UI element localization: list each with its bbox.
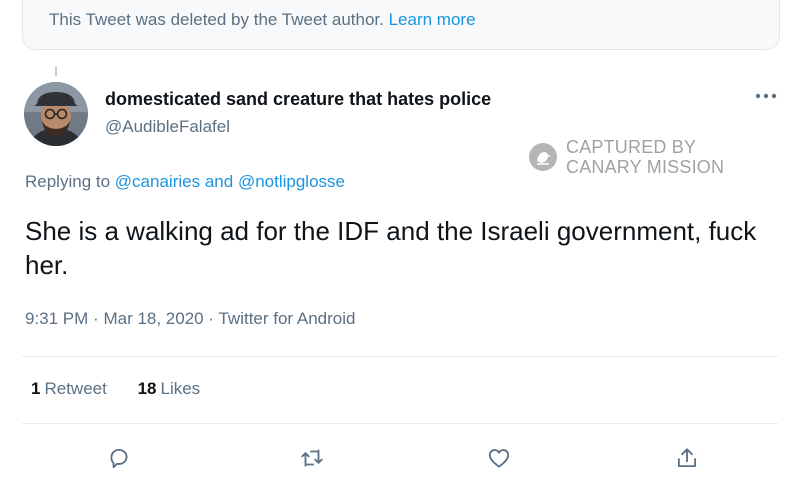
meta-separator: ·	[208, 309, 215, 328]
avatar-image	[24, 82, 88, 146]
tweet-action-bar	[0, 441, 800, 475]
canary-mission-watermark: CAPTURED BY CANARY MISSION	[528, 137, 724, 177]
divider	[22, 356, 778, 357]
tweet-page: This Tweet was deleted by the Tweet auth…	[0, 0, 800, 504]
watermark-line-1: CAPTURED BY	[566, 137, 697, 157]
retweet-count: 1	[31, 379, 41, 398]
retweet-label: Retweet	[44, 379, 107, 398]
retweet-icon	[301, 449, 323, 467]
like-label: Likes	[160, 379, 201, 398]
replying-to-line: Replying to @canairies and @notlipglosse	[25, 172, 345, 192]
watermark-text: CAPTURED BY CANARY MISSION	[566, 137, 724, 177]
like-count: 18	[137, 379, 157, 398]
share-button[interactable]	[670, 441, 704, 475]
reply-icon	[110, 448, 128, 469]
tweet-time[interactable]: 9:31 PM	[25, 309, 88, 328]
canary-logo-icon	[529, 143, 557, 171]
reply-button[interactable]	[102, 441, 136, 475]
thread-connector-line	[55, 66, 57, 76]
share-icon	[677, 448, 697, 468]
mention-notlipglosse[interactable]: @notlipglosse	[238, 172, 345, 191]
author-handle[interactable]: @AudibleFalafel	[105, 117, 230, 137]
watermark-line-2: CANARY MISSION	[566, 157, 725, 177]
tweet-text: She is a walking ad for the IDF and the …	[25, 216, 757, 280]
like-button[interactable]	[482, 441, 516, 475]
more-icon	[755, 93, 777, 99]
meta-separator: ·	[93, 309, 99, 328]
deleted-tweet-notice: This Tweet was deleted by the Tweet auth…	[22, 0, 780, 50]
deleted-notice-text: This Tweet was deleted by the Tweet auth…	[49, 10, 384, 29]
divider	[22, 423, 778, 424]
tweet-source[interactable]: Twitter for Android	[218, 309, 355, 328]
likes-stat[interactable]: 18 Likes	[138, 379, 201, 398]
more-options-button[interactable]	[752, 84, 780, 108]
mention-canairies[interactable]: @canairies	[115, 172, 200, 191]
learn-more-link[interactable]: Learn more	[389, 10, 476, 29]
retweets-stat[interactable]: 1 Retweet	[31, 379, 107, 398]
retweet-button[interactable]	[295, 441, 329, 475]
tweet-meta: 9:31 PM · Mar 18, 2020 · Twitter for And…	[25, 309, 355, 329]
avatar[interactable]	[24, 82, 88, 146]
tweet-date[interactable]: Mar 18, 2020	[103, 309, 203, 328]
like-icon	[488, 449, 510, 468]
author-display-name[interactable]: domesticated sand creature that hates po…	[105, 89, 491, 110]
engagement-stats: 1 Retweet 18 Likes	[31, 379, 226, 399]
replying-to-prefix: Replying to	[25, 172, 111, 191]
mention-connector: and	[204, 172, 234, 191]
